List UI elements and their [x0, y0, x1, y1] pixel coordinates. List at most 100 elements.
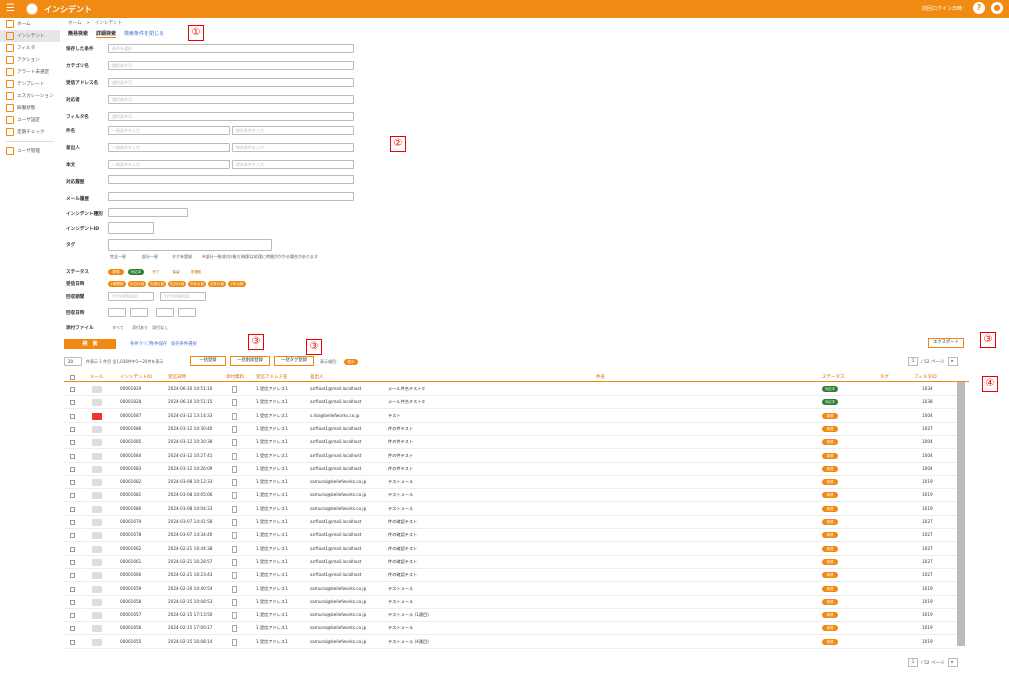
table-row[interactable]: 00001659 2024-02-20 10:40:54 1.受信アドレス1 samu…: [64, 583, 959, 596]
incident-id[interactable]: 00001662: [120, 546, 141, 551]
body-include[interactable]: 一致条件を入力: [108, 160, 230, 169]
bulk-tag-button[interactable]: 一括タグ登録: [274, 356, 314, 366]
mail-icon[interactable]: [92, 439, 102, 447]
page-input-bottom[interactable]: 1: [908, 658, 918, 667]
sidebar-item[interactable]: フィルタ: [0, 42, 60, 54]
incident-id[interactable]: 00001682: [120, 479, 141, 484]
row-checkbox[interactable]: [70, 387, 75, 392]
mail-icon[interactable]: [92, 386, 102, 393]
incident-id[interactable]: 00001658: [120, 599, 141, 604]
row-checkbox[interactable]: [70, 586, 75, 592]
mail-icon[interactable]: [92, 425, 102, 433]
date-filter-pill[interactable]: 今日以前: [128, 281, 146, 287]
search-button[interactable]: 検 索: [64, 339, 116, 349]
hamburger-menu-icon[interactable]: ☰: [6, 4, 20, 14]
sidebar-item[interactable]: ユーザ設定: [0, 114, 60, 126]
recv-input[interactable]: 選択条件可: [108, 78, 354, 87]
period-from[interactable]: YYYY/MM/DD: [108, 292, 154, 301]
table-row[interactable]: 00001687 2024-03-12 13:14:33 1.受信アドレス1 s.it…: [64, 410, 959, 423]
mail-icon[interactable]: [92, 492, 102, 500]
incident-id[interactable]: 00001659: [120, 586, 141, 591]
user-icon[interactable]: ●: [991, 2, 1003, 14]
export-button[interactable]: エクスポート: [928, 338, 964, 348]
bulk-register-button[interactable]: 一括登録: [190, 356, 226, 366]
incident-id[interactable]: 00001828: [120, 399, 141, 404]
incident-id[interactable]: 00001678: [120, 532, 141, 537]
row-checkbox[interactable]: [70, 520, 75, 525]
row-checkbox[interactable]: [70, 440, 75, 446]
date-filter-pill[interactable]: 1年以前: [228, 281, 246, 287]
subject-exclude[interactable]: 除外条件を入力: [232, 126, 354, 135]
table-row[interactable]: 00001680 2024-03-08 10:04:33 1.受信アドレス1 samu…: [64, 503, 959, 516]
row-checkbox[interactable]: [70, 613, 75, 619]
history-input[interactable]: [108, 175, 354, 184]
incident-id[interactable]: 00001680: [120, 506, 141, 511]
table-row[interactable]: 00001656 2024-02-15 17:00:17 1.受信アドレス1 samu…: [64, 622, 959, 636]
id-input[interactable]: [108, 222, 154, 234]
sidebar-item[interactable]: 定期チェック: [0, 126, 60, 138]
table-row[interactable]: 00001682 2024-03-08 10:12:33 1.受信アドレス1 samu…: [64, 476, 959, 490]
table-row[interactable]: 00001662 2024-02-21 16:44:38 1.受信アドレス1 arrf…: [64, 543, 959, 556]
table-row[interactable]: 00001658 2024-02-15 10:08:53 1.受信アドレス1 samu…: [64, 596, 959, 609]
incident-id[interactable]: 00001686: [120, 426, 141, 431]
mail-icon[interactable]: [92, 452, 102, 460]
row-checkbox[interactable]: [70, 453, 75, 459]
mail-icon[interactable]: [92, 465, 102, 473]
type-select[interactable]: [108, 208, 188, 217]
column-header[interactable]: 受信日時: [168, 374, 186, 380]
mail-icon[interactable]: [92, 638, 102, 646]
incident-id[interactable]: 00001685: [120, 439, 141, 444]
attach-option[interactable]: すべて: [112, 325, 124, 331]
row-checkbox[interactable]: [70, 493, 75, 499]
filter-input[interactable]: 選択条件可: [108, 112, 354, 121]
sidebar-item[interactable]: テンプレート: [0, 78, 60, 90]
sender-include[interactable]: 一致条件を入力: [108, 143, 230, 152]
mail-icon[interactable]: [92, 479, 102, 487]
mail-icon[interactable]: [92, 572, 102, 580]
incident-id[interactable]: 00001660: [120, 572, 141, 577]
date-filter-pill[interactable]: 今年以前: [188, 281, 206, 287]
recvdate-m1[interactable]: [130, 308, 148, 317]
row-checkbox[interactable]: [70, 573, 75, 579]
mail-icon[interactable]: [92, 532, 102, 540]
display-toggle[interactable]: 表示: [344, 359, 358, 365]
status-filter-pill[interactable]: 完了: [148, 269, 164, 275]
column-header[interactable]: インシデントID: [120, 374, 152, 380]
incident-id[interactable]: 00001655: [120, 639, 141, 644]
incident-id[interactable]: 00001657: [120, 612, 141, 617]
mail-icon[interactable]: [92, 519, 102, 526]
page-next-bottom[interactable]: ▸: [947, 658, 958, 667]
sidebar-item[interactable]: ユーザ管理: [0, 145, 60, 157]
column-header[interactable]: 差出人: [310, 374, 324, 380]
mail-icon[interactable]: [92, 558, 102, 566]
column-header[interactable]: フィルタID: [914, 374, 937, 380]
table-row[interactable]: 00001660 2024-02-21 16:23:43 1.受信アドレス1 arrf…: [64, 569, 959, 583]
sender-exclude[interactable]: 除外条件を入力: [232, 143, 354, 152]
incident-id[interactable]: 00001683: [120, 466, 141, 471]
incident-id[interactable]: 00001679: [120, 519, 141, 524]
row-checkbox[interactable]: [70, 533, 75, 539]
date-filter-pill[interactable]: 去年以前: [208, 281, 226, 287]
row-checkbox[interactable]: [70, 639, 75, 645]
row-checkbox[interactable]: [70, 626, 75, 632]
category-input[interactable]: 選択条件可: [108, 61, 354, 70]
incident-id[interactable]: 00001687: [120, 413, 141, 418]
close-conditions-link[interactable]: 検索条件を閉じる: [124, 30, 164, 38]
incident-id[interactable]: 00001656: [120, 625, 141, 630]
row-checkbox[interactable]: [70, 546, 75, 552]
table-row[interactable]: 00001828 2024-06-10 10:51:15 1.受信アドレス1 arrf…: [64, 396, 959, 410]
recvdate-h1[interactable]: [108, 308, 126, 317]
sidebar-item[interactable]: インシデント: [0, 30, 60, 42]
mail-icon[interactable]: [92, 545, 102, 553]
period-to[interactable]: YYYY/MM/DD: [160, 292, 206, 301]
column-header[interactable]: タグ: [880, 374, 889, 380]
row-checkbox[interactable]: [70, 506, 75, 512]
table-row[interactable]: 00001686 2024-03-12 10:30:40 1.受信アドレス1 arrf…: [64, 423, 959, 436]
status-filter-pill[interactable]: 対応中: [128, 269, 144, 275]
saved-conditions-link[interactable]: 保存条件選択: [171, 341, 197, 347]
mailhist-input[interactable]: [108, 192, 354, 201]
date-filter-pill[interactable]: 先月以前: [168, 281, 186, 287]
column-header[interactable]: 添付資料: [226, 374, 244, 380]
column-header[interactable]: 受信アドレス名: [256, 374, 288, 380]
tab-simple-search[interactable]: 簡易検索: [68, 30, 88, 38]
